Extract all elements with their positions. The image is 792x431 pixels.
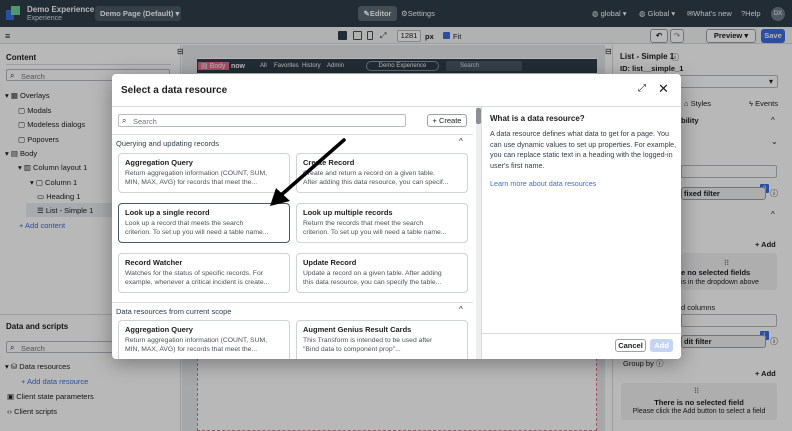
annotation-arrow (270, 138, 346, 206)
